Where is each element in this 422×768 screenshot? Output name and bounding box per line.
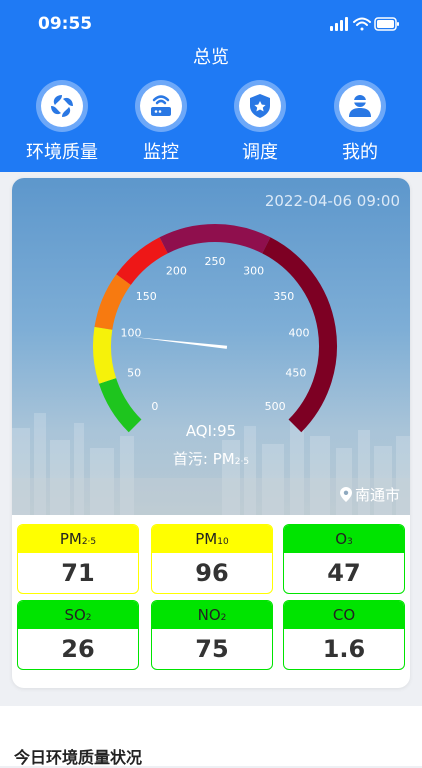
gauge-tick-label: 250 xyxy=(205,255,226,268)
router-icon xyxy=(151,95,171,116)
gauge-tick-label: 350 xyxy=(273,290,294,303)
badge-icon xyxy=(250,94,270,118)
gauge-tick-label: 400 xyxy=(288,327,309,340)
pollutant-value: 47 xyxy=(327,559,361,587)
gauge-tick-label: 100 xyxy=(121,327,142,340)
nav-mine[interactable]: 我的 xyxy=(310,80,410,164)
update-timestamp: 2022-04-06 09:00 xyxy=(264,192,400,210)
nav-label: 我的 xyxy=(342,142,378,163)
pollutant-tile[interactable]: SO2 26 xyxy=(17,600,139,670)
nav-environment[interactable]: 环境质量 xyxy=(12,80,112,164)
location-name: 南通市 xyxy=(354,486,400,504)
aqi-hero: 0 50 100 150 200 250 300 350 400 450 500 2022-04-0… xyxy=(12,178,410,515)
app-header: 09:55 总览 环境质量 监控 调度 我的 xyxy=(0,0,422,172)
gauge-band xyxy=(93,326,117,384)
pollutant-value: 71 xyxy=(61,559,95,587)
aqi-card: 0 50 100 150 200 250 300 350 400 450 500 2022-04-0… xyxy=(12,178,410,688)
user-icon xyxy=(349,95,371,117)
gauge-tick-label: 500 xyxy=(265,400,286,413)
aqi-value: AQI:95 xyxy=(185,422,237,440)
gauge-tick-label: 450 xyxy=(285,366,306,379)
pollutant-name: CO xyxy=(284,601,404,629)
pollutant-name: O3 xyxy=(284,525,404,553)
pollutant-tile[interactable]: NO2 75 xyxy=(151,600,273,670)
nav-dispatch[interactable]: 调度 xyxy=(210,80,310,164)
system-icons xyxy=(330,16,400,32)
gauge-tick-label: 150 xyxy=(136,290,157,303)
today-status-card[interactable]: 今日环境质量状况 xyxy=(0,706,422,767)
gauge-tick-label: 200 xyxy=(166,264,187,277)
gauge-band xyxy=(159,224,271,254)
pollutant-tile[interactable]: CO 1.6 xyxy=(283,600,405,670)
page-title: 总览 xyxy=(193,47,229,68)
nav-label: 环境质量 xyxy=(26,142,98,163)
pollutant-value: 96 xyxy=(195,559,229,587)
gauge-tick-label: 0 xyxy=(151,400,158,413)
location-selector[interactable]: 南通市 xyxy=(339,484,400,505)
pollutant-name: NO2 xyxy=(152,601,272,629)
gauge-band xyxy=(94,274,132,330)
nav-label: 监控 xyxy=(143,142,179,163)
primary-pollutant: 首污: PM2·5 xyxy=(172,450,250,468)
gauge-band xyxy=(98,377,142,433)
gauge-band xyxy=(116,237,169,286)
nav-label: 调度 xyxy=(242,142,278,163)
pollutant-name: SO2 xyxy=(18,601,138,629)
location-pin-icon xyxy=(339,487,352,502)
pollutant-tile[interactable]: PM10 96 xyxy=(151,524,273,594)
gauge-tick-label: 50 xyxy=(127,366,141,379)
nav-monitor[interactable]: 监控 xyxy=(111,80,211,164)
pollutant-value: 75 xyxy=(195,635,229,663)
leaf-icon xyxy=(51,95,73,117)
gauge-needle xyxy=(133,337,228,349)
pollutant-tile[interactable]: PM2·5 71 xyxy=(17,524,139,594)
section-title: 今日环境质量状况 xyxy=(14,748,143,767)
main-nav: 环境质量 监控 调度 我的 xyxy=(0,80,422,166)
pollutant-name: PM2·5 xyxy=(18,525,138,553)
battery-icon xyxy=(374,17,399,31)
wifi-icon xyxy=(353,17,371,31)
pollutant-value: 1.6 xyxy=(322,635,366,663)
gauge-tick-label: 300 xyxy=(243,264,264,277)
clock: 09:55 xyxy=(38,14,93,34)
pollutant-name: PM10 xyxy=(152,525,272,553)
pollutant-tile[interactable]: O3 47 xyxy=(283,524,405,594)
status-bar: 09:55 xyxy=(0,0,422,46)
pollutant-value: 26 xyxy=(61,635,95,663)
signal-icon xyxy=(330,17,348,31)
